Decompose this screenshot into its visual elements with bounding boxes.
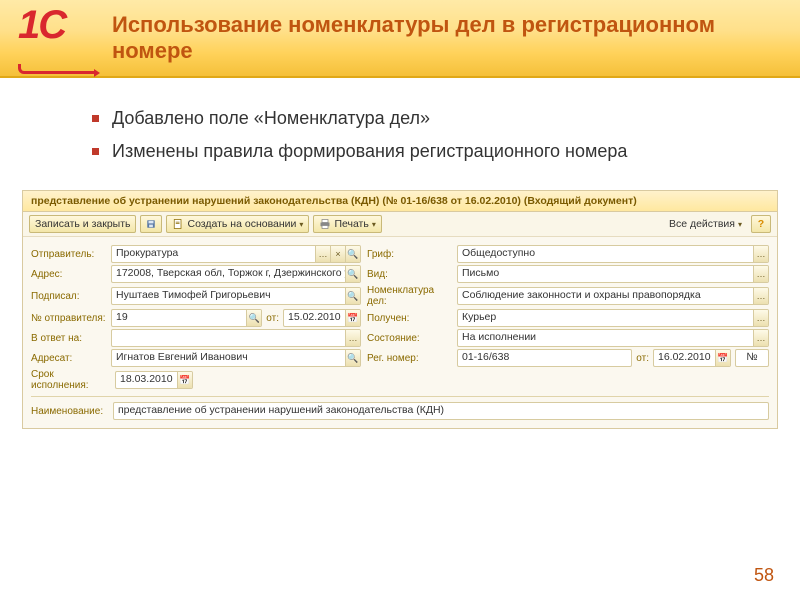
received-label: Получен: bbox=[367, 313, 453, 324]
sender-no-label: № отправителя: bbox=[31, 313, 107, 324]
save-close-button[interactable]: Записать и закрыть bbox=[29, 215, 136, 233]
address-field[interactable]: 172008, Тверская обл, Торжок г, Дзержинс… bbox=[111, 265, 361, 283]
ellipsis-icon[interactable]: … bbox=[753, 288, 768, 304]
open-icon[interactable]: 🔍 bbox=[345, 288, 360, 304]
open-icon[interactable]: 🔍 bbox=[345, 246, 360, 262]
grif-label: Гриф: bbox=[367, 249, 453, 260]
open-icon[interactable]: 🔍 bbox=[345, 266, 360, 282]
separator bbox=[31, 396, 769, 397]
ellipsis-icon[interactable]: … bbox=[315, 246, 330, 262]
reply-to-label: В ответ на: bbox=[31, 333, 107, 344]
create-based-button[interactable]: Создать на основании▾ bbox=[166, 215, 309, 233]
reg-no-field[interactable]: 01-16/638 bbox=[457, 349, 632, 367]
sender-label: Отправитель: bbox=[31, 249, 107, 260]
name-field[interactable]: представление об устранении нарушений за… bbox=[113, 402, 769, 420]
sender-no-field[interactable]: 19 🔍 bbox=[111, 309, 262, 327]
save-icon bbox=[146, 218, 156, 230]
signed-field[interactable]: Нуштаев Тимофей Григорьевич 🔍 bbox=[111, 287, 361, 305]
open-icon[interactable]: 🔍 bbox=[345, 350, 360, 366]
help-icon: ? bbox=[758, 218, 764, 230]
slide-title: Использование номенклатуры дел в регистр… bbox=[112, 12, 752, 64]
signed-label: Подписал: bbox=[31, 291, 107, 302]
state-label: Состояние: bbox=[367, 333, 453, 344]
calendar-icon[interactable]: 📅 bbox=[177, 372, 192, 388]
toolbar: Записать и закрыть Создать на основании▾… bbox=[23, 212, 777, 237]
calendar-icon[interactable]: 📅 bbox=[715, 350, 730, 366]
ellipsis-icon[interactable]: … bbox=[345, 330, 360, 346]
name-label: Наименование: bbox=[31, 406, 107, 417]
help-button[interactable]: ? bbox=[751, 215, 771, 233]
nomen-label: Номенклатура дел: bbox=[367, 285, 453, 307]
app-window: представление об устранении нарушений за… bbox=[22, 190, 778, 429]
grif-field[interactable]: Общедоступно … bbox=[457, 245, 769, 263]
ellipsis-icon[interactable]: … bbox=[753, 246, 768, 262]
document-icon bbox=[172, 218, 184, 230]
save-button[interactable] bbox=[140, 215, 162, 233]
bullet-item: Добавлено поле «Номенклатура дел» bbox=[112, 102, 760, 135]
reg-date-field[interactable]: 16.02.2010 📅 bbox=[653, 349, 731, 367]
all-actions-button[interactable]: Все действия▾ bbox=[664, 216, 747, 232]
state-field[interactable]: На исполнении … bbox=[457, 329, 769, 347]
print-button[interactable]: Печать▾ bbox=[313, 215, 381, 233]
assign-number-button[interactable]: № bbox=[735, 349, 769, 367]
from-label: от: bbox=[266, 313, 279, 324]
bullet-item: Изменены правила формирования регистраци… bbox=[112, 135, 760, 168]
sender-field[interactable]: Прокуратура … × 🔍 bbox=[111, 245, 361, 263]
window-title: представление об устранении нарушений за… bbox=[23, 191, 777, 212]
clear-icon[interactable]: × bbox=[330, 246, 345, 262]
addressee-label: Адресат: bbox=[31, 353, 107, 364]
due-field[interactable]: 18.03.2010 📅 bbox=[115, 371, 193, 389]
page-number: 58 bbox=[754, 565, 774, 586]
kind-label: Вид: bbox=[367, 269, 453, 280]
sender-date-field[interactable]: 15.02.2010 📅 bbox=[283, 309, 361, 327]
address-label: Адрес: bbox=[31, 269, 107, 280]
logo-1c: 1C bbox=[18, 6, 96, 68]
from-label-2: от: bbox=[636, 353, 649, 364]
calendar-icon[interactable]: 📅 bbox=[345, 310, 360, 326]
open-icon[interactable]: 🔍 bbox=[246, 310, 261, 326]
ellipsis-icon[interactable]: … bbox=[753, 330, 768, 346]
reply-to-field[interactable]: … bbox=[111, 329, 361, 347]
addressee-field[interactable]: Игнатов Евгений Иванович 🔍 bbox=[111, 349, 361, 367]
reg-no-label: Рег. номер: bbox=[367, 353, 453, 364]
nomen-field[interactable]: Соблюдение законности и охраны правопоря… bbox=[457, 287, 769, 305]
ellipsis-icon[interactable]: … bbox=[753, 266, 768, 282]
kind-field[interactable]: Письмо … bbox=[457, 265, 769, 283]
received-field[interactable]: Курьер … bbox=[457, 309, 769, 327]
ellipsis-icon[interactable]: … bbox=[753, 310, 768, 326]
due-label: Срок исполнения: bbox=[31, 369, 111, 391]
printer-icon bbox=[319, 218, 331, 230]
